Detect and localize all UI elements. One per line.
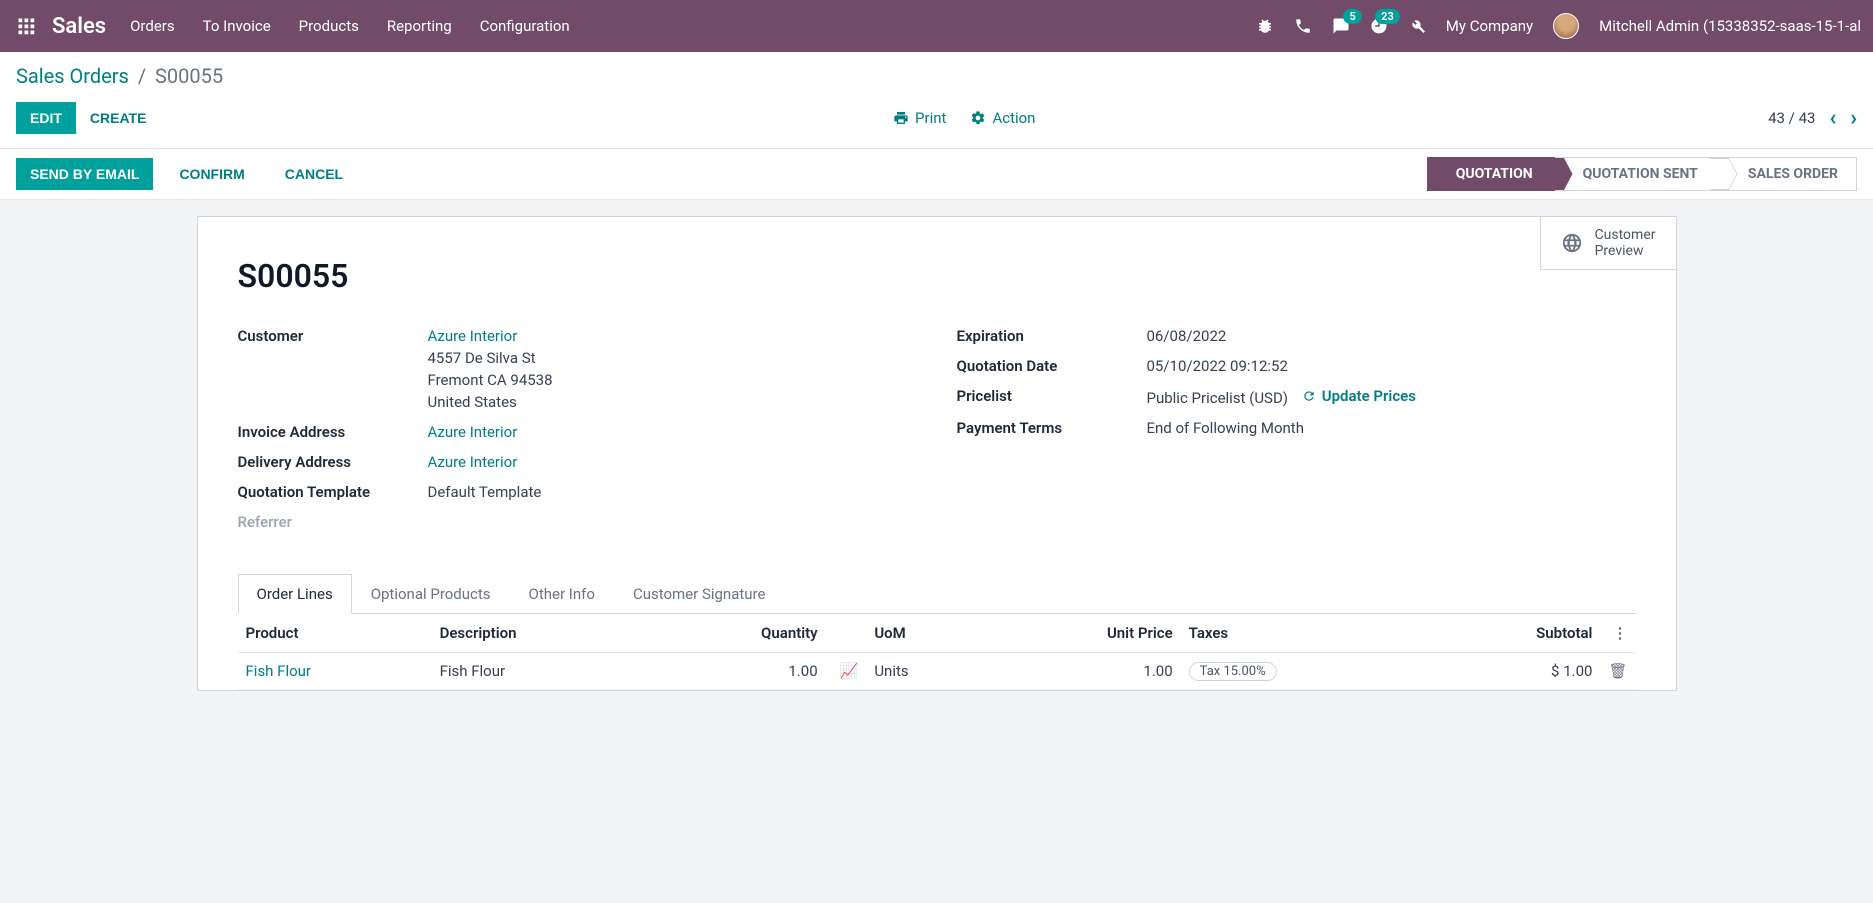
breadcrumb: Sales Orders / S00055 — [16, 64, 1857, 88]
label-quotation-date: Quotation Date — [957, 357, 1147, 375]
tab-order-lines[interactable]: Order Lines — [238, 574, 352, 614]
customer-address-2: Fremont CA 94538 — [428, 371, 917, 389]
right-column: Expiration 06/08/2022 Quotation Date 05/… — [957, 327, 1636, 543]
stage-quotation[interactable]: QUOTATION — [1427, 157, 1555, 191]
customer-address-1: 4557 De Silva St — [428, 349, 917, 367]
activities-icon[interactable]: 23 — [1370, 17, 1388, 35]
pager-next[interactable]: › — [1850, 106, 1857, 131]
delete-row-icon[interactable]: 🗑 — [1608, 662, 1627, 680]
cancel-button[interactable]: CANCEL — [271, 158, 357, 190]
stage-quotation-sent[interactable]: QUOTATION SENT — [1555, 157, 1720, 191]
nav-orders[interactable]: Orders — [130, 17, 175, 35]
tab-other-info[interactable]: Other Info — [510, 574, 614, 614]
row-tax: Tax 15.00% — [1189, 662, 1277, 681]
breadcrumb-root[interactable]: Sales Orders — [16, 64, 129, 88]
pager-prev[interactable]: ‹ — [1829, 106, 1836, 131]
forecast-icon[interactable]: 📈 — [840, 662, 859, 680]
phone-icon[interactable] — [1294, 17, 1312, 35]
apps-icon[interactable] — [12, 12, 40, 40]
th-description: Description — [432, 614, 653, 653]
th-subtotal: Subtotal — [1428, 614, 1600, 653]
payment-terms-value: End of Following Month — [1147, 419, 1636, 437]
pager-count: 43 / 43 — [1768, 109, 1815, 127]
action-button[interactable]: Action — [970, 109, 1035, 127]
row-subtotal: $ 1.00 — [1428, 653, 1600, 690]
main-nav: Orders To Invoice Products Reporting Con… — [130, 17, 570, 35]
customer-link[interactable]: Azure Interior — [428, 327, 518, 345]
send-by-email-button[interactable]: SEND BY EMAIL — [16, 158, 153, 190]
customer-preview-button[interactable]: Customer Preview — [1540, 217, 1676, 270]
messages-badge: 5 — [1343, 9, 1361, 24]
nav-reporting[interactable]: Reporting — [387, 17, 452, 35]
tools-icon[interactable] — [1408, 17, 1426, 35]
status-stages: QUOTATION QUOTATION SENT SALES ORDER — [1427, 157, 1857, 191]
label-payment-terms: Payment Terms — [957, 419, 1147, 437]
invoice-address-link[interactable]: Azure Interior — [428, 423, 518, 441]
status-bar: SEND BY EMAIL CONFIRM CANCEL QUOTATION Q… — [0, 149, 1873, 200]
tab-customer-signature[interactable]: Customer Signature — [614, 574, 785, 614]
customer-address-3: United States — [428, 393, 917, 411]
label-expiration: Expiration — [957, 327, 1147, 345]
th-product: Product — [238, 614, 432, 653]
create-button[interactable]: CREATE — [76, 102, 161, 134]
top-navbar: Sales Orders To Invoice Products Reporti… — [0, 0, 1873, 52]
nav-products[interactable]: Products — [299, 17, 359, 35]
columns-kebab-icon[interactable]: ⋮ — [1613, 624, 1628, 642]
company-switcher[interactable]: My Company — [1446, 17, 1533, 35]
row-unit-price: 1.00 — [986, 653, 1181, 690]
form-sheet: Customer Preview S00055 Customer Azure I… — [197, 216, 1677, 691]
row-product[interactable]: Fish Flour — [246, 662, 312, 680]
expiration-value: 06/08/2022 — [1147, 327, 1636, 345]
activities-badge: 23 — [1375, 9, 1400, 24]
table-row: Fish Flour Fish Flour 1.00 📈 Units 1.00 … — [238, 653, 1636, 690]
quotation-template-value: Default Template — [428, 483, 917, 501]
nav-to-invoice[interactable]: To Invoice — [203, 17, 271, 35]
label-invoice-address: Invoice Address — [238, 423, 428, 441]
th-taxes: Taxes — [1181, 614, 1429, 653]
globe-icon — [1561, 232, 1583, 254]
label-delivery-address: Delivery Address — [238, 453, 428, 471]
quotation-date-value: 05/10/2022 09:12:52 — [1147, 357, 1636, 375]
app-brand[interactable]: Sales — [52, 14, 106, 39]
delivery-address-link[interactable]: Azure Interior — [428, 453, 518, 471]
print-button[interactable]: Print — [893, 109, 946, 127]
row-uom: Units — [866, 653, 986, 690]
refresh-icon — [1302, 389, 1316, 403]
stage-sales-order[interactable]: SALES ORDER — [1720, 157, 1857, 191]
row-quantity: 1.00 — [653, 653, 826, 690]
label-customer: Customer — [238, 327, 428, 345]
breadcrumb-current: S00055 — [155, 64, 223, 88]
edit-button[interactable]: EDIT — [16, 102, 76, 134]
left-column: Customer Azure Interior 4557 De Silva St… — [238, 327, 917, 543]
control-panel: Sales Orders / S00055 EDIT CREATE Print … — [0, 52, 1873, 149]
label-pricelist: Pricelist — [957, 387, 1147, 405]
update-prices-button[interactable]: Update Prices — [1302, 387, 1416, 405]
bug-icon[interactable] — [1256, 17, 1274, 35]
th-uom: UoM — [866, 614, 986, 653]
user-menu[interactable]: Mitchell Admin (15338352-saas-15-1-al — [1599, 17, 1861, 35]
pager: 43 / 43 ‹ › — [1768, 106, 1857, 131]
tab-optional-products[interactable]: Optional Products — [352, 574, 510, 614]
order-lines-table: Product Description Quantity UoM Unit Pr… — [238, 614, 1636, 690]
messages-icon[interactable]: 5 — [1332, 17, 1350, 35]
sheet-tabs: Order Lines Optional Products Other Info… — [238, 573, 1636, 614]
label-quotation-template: Quotation Template — [238, 483, 428, 501]
confirm-button[interactable]: CONFIRM — [165, 158, 258, 190]
row-description: Fish Flour — [432, 653, 653, 690]
document-title: S00055 — [238, 257, 1636, 295]
label-referrer: Referrer — [238, 513, 428, 531]
th-quantity: Quantity — [653, 614, 826, 653]
th-unit-price: Unit Price — [986, 614, 1181, 653]
user-avatar[interactable] — [1553, 13, 1579, 39]
pricelist-value: Public Pricelist (USD) — [1147, 389, 1289, 407]
nav-configuration[interactable]: Configuration — [480, 17, 570, 35]
